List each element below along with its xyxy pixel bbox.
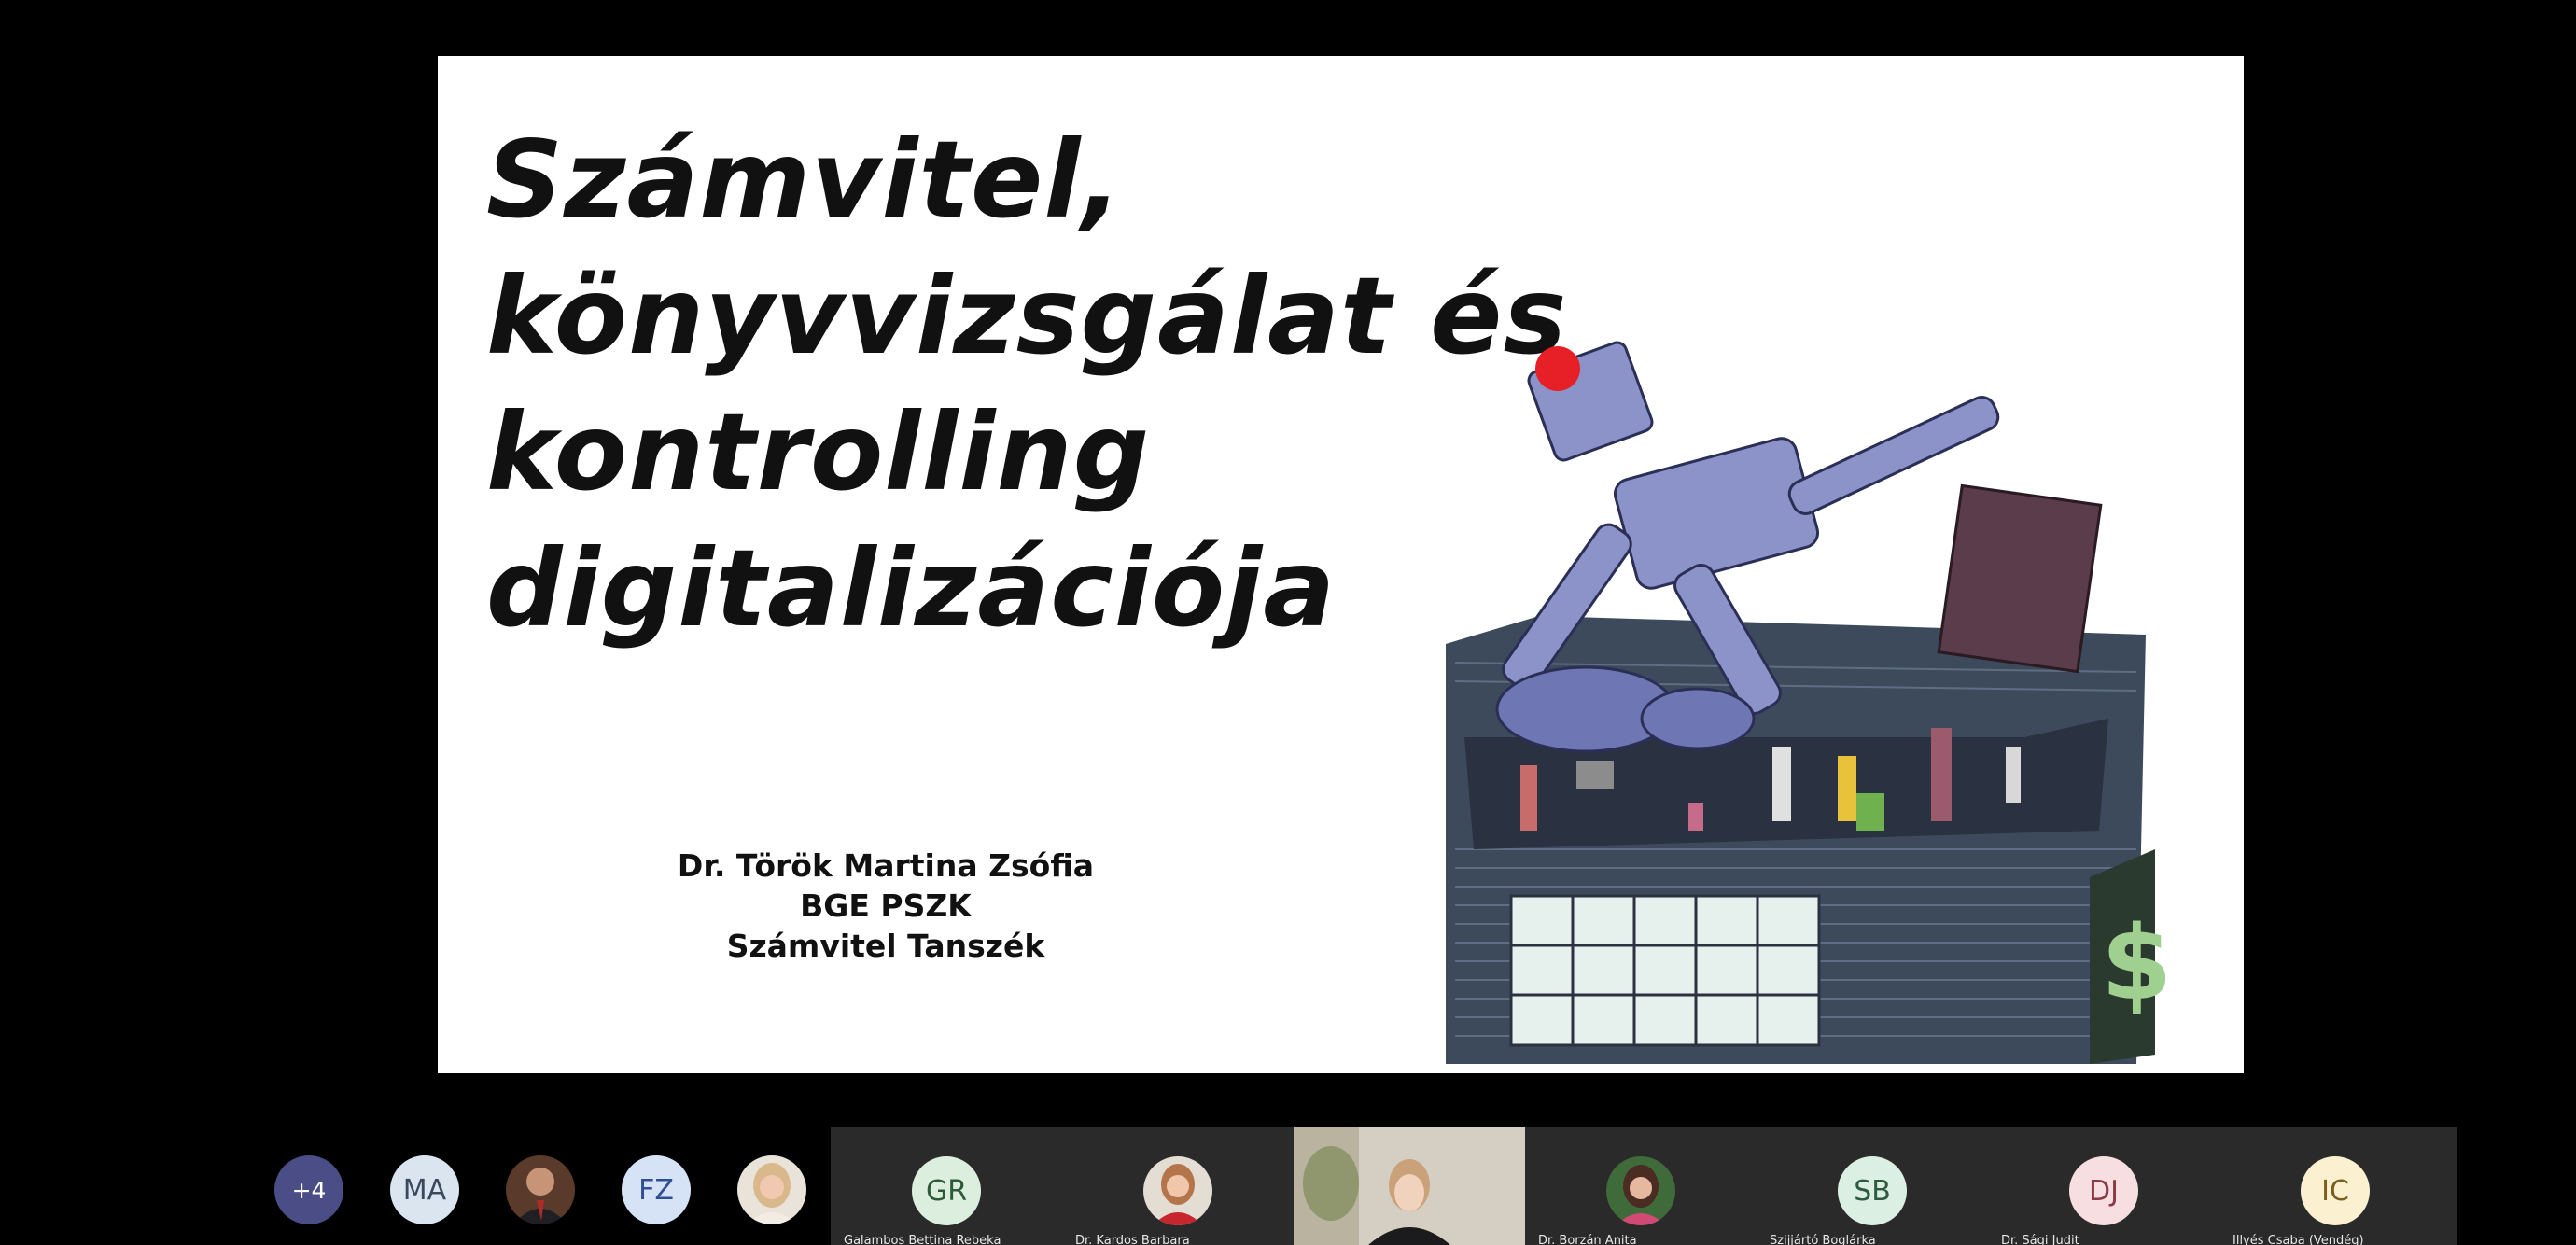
participant-avatar: IC xyxy=(2301,1156,2370,1225)
webcam-video-feed xyxy=(1294,1127,1525,1245)
participant-avatar[interactable]: MA xyxy=(390,1155,459,1224)
more-participants-button[interactable]: +4 xyxy=(274,1155,343,1224)
participant-initials: DJ xyxy=(2089,1174,2119,1208)
participant-tile[interactable]: DJ Dr. Sági Judit xyxy=(1988,1127,2219,1245)
participant-avatar: SB xyxy=(1838,1156,1907,1225)
participant-tile[interactable]: Dr. Kardos Barbara xyxy=(1062,1127,1294,1245)
participant-name: Dr. Kardos Barbara xyxy=(1075,1234,1190,1245)
more-participants-count: +4 xyxy=(291,1176,327,1204)
slide-title: Számvitel, könyvvizsgálat és kontrolling… xyxy=(486,112,1568,657)
slide-title-line: kontrolling xyxy=(486,390,1151,514)
participant-name: Dr. Borzán Anita xyxy=(1538,1234,1637,1245)
shared-presentation-slide: Számvitel, könyvvizsgálat és kontrolling… xyxy=(438,56,2244,1073)
svg-text:$: $ xyxy=(2101,903,2173,1023)
participant-tile[interactable]: SB Szijjártó Boglárka xyxy=(1757,1127,1988,1245)
presenter-organization: BGE PSZK xyxy=(800,888,972,924)
participant-name: Galambos Bettina Rebeka xyxy=(844,1234,1001,1245)
participant-name: Illyés Csaba (Vendég) xyxy=(2233,1234,2364,1245)
participant-avatar[interactable]: FZ xyxy=(622,1155,691,1224)
woman-dark-photo-avatar xyxy=(1606,1156,1675,1225)
participant-strip: +4 MA FZ GR Galambos Bettina Rebeka Dr. … xyxy=(0,1127,2576,1245)
woman-red-photo-avatar xyxy=(1143,1156,1212,1225)
participant-initials: IC xyxy=(2321,1174,2349,1208)
slide-title-line: könyvvizsgálat és xyxy=(486,254,1568,378)
participant-avatar: GR xyxy=(912,1156,981,1225)
participant-tile[interactable]: IC Illyés Csaba (Vendég) xyxy=(2219,1127,2457,1245)
participant-tile[interactable]: GR Galambos Bettina Rebeka xyxy=(831,1127,1062,1245)
presenter-name: Dr. Török Martina Zsófia xyxy=(677,847,1095,884)
meeting-window: Számvitel, könyvvizsgálat és kontrolling… xyxy=(0,0,2576,1245)
participant-initials: MA xyxy=(402,1173,447,1207)
participant-avatar: DJ xyxy=(2069,1156,2138,1225)
slide-title-line: digitalizációja xyxy=(486,526,1337,650)
participant-initials: SB xyxy=(1854,1174,1891,1208)
man-photo-avatar[interactable] xyxy=(506,1155,575,1224)
participant-name: Dr. Sági Judit xyxy=(2001,1234,2079,1245)
slide-title-line: Számvitel, xyxy=(486,118,1123,242)
webcam-video-tile[interactable] xyxy=(1294,1127,1525,1245)
participant-name: Szijjártó Boglárka xyxy=(1770,1234,1876,1245)
presenter-info: Dr. Török Martina Zsófia BGE PSZK Számvi… xyxy=(643,846,1128,966)
presenter-department: Számvitel Tanszék xyxy=(726,928,1045,964)
participant-initials: FZ xyxy=(638,1173,674,1207)
woman-photo-avatar[interactable] xyxy=(737,1155,806,1224)
participant-tile[interactable]: Dr. Borzán Anita xyxy=(1525,1127,1757,1245)
participant-initials: GR xyxy=(925,1174,968,1208)
robot-office-illustration: $ xyxy=(1427,327,2192,1073)
